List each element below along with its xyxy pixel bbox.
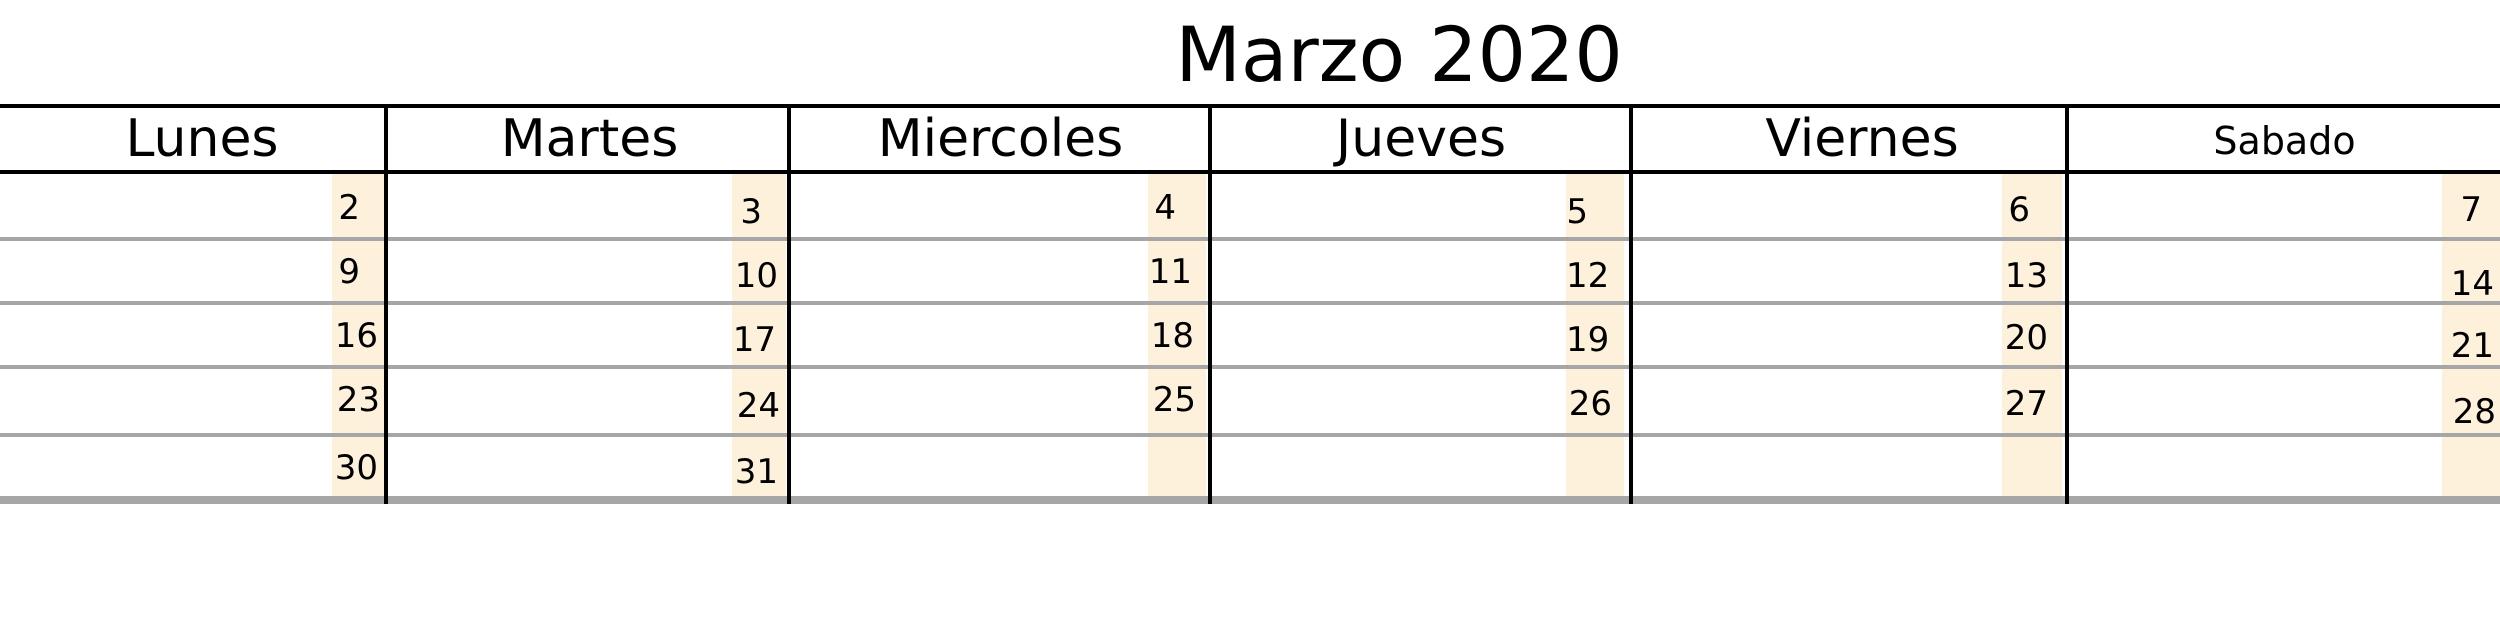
day-number: 21 [2450, 326, 2494, 366]
weekday-header-miercoles: Miercoles [877, 109, 1124, 169]
weekday-header-lunes: Lunes [125, 109, 279, 169]
day-number: 16 [334, 316, 378, 356]
calendar-bottom-border [0, 496, 2500, 504]
day-number: 2 [338, 188, 360, 228]
row-divider [0, 365, 2500, 369]
day-number: 7 [2460, 190, 2482, 230]
day-number: 6 [2008, 190, 2030, 230]
day-number: 12 [1566, 256, 1610, 296]
weekday-header-viernes: Viernes [1765, 109, 1959, 169]
day-number: 31 [734, 452, 778, 492]
day-number: 25 [1152, 380, 1196, 420]
calendar-grid: Lunes Martes Miercoles Jueves Viernes Sa… [0, 104, 2500, 504]
calendar-title: Marzo 2020 [1175, 10, 1623, 99]
day-number: 26 [1568, 384, 1612, 424]
day-number: 9 [338, 252, 360, 292]
header-bottom-border [0, 170, 2500, 174]
row-divider [0, 237, 2500, 241]
row-divider [0, 433, 2500, 437]
day-number: 28 [2452, 392, 2496, 432]
day-number: 24 [736, 386, 780, 426]
day-number: 20 [2004, 318, 2048, 358]
day-number: 11 [1148, 252, 1192, 292]
day-number: 3 [740, 192, 762, 232]
day-number: 13 [2004, 256, 2048, 296]
day-number: 14 [2450, 264, 2494, 304]
weekday-header-martes: Martes [500, 109, 679, 169]
day-number: 5 [1566, 192, 1588, 232]
weekday-header-sabado: Sabado [2213, 119, 2356, 163]
day-number: 27 [2004, 384, 2048, 424]
day-number: 10 [734, 256, 778, 296]
day-number: 19 [1566, 320, 1610, 360]
day-number: 23 [336, 380, 380, 420]
weekday-header-jueves: Jueves [1335, 109, 1507, 169]
day-number: 4 [1154, 188, 1176, 228]
day-number: 17 [732, 320, 776, 360]
day-number: 30 [334, 448, 378, 488]
day-number: 18 [1150, 316, 1194, 356]
row-divider [0, 301, 2500, 305]
